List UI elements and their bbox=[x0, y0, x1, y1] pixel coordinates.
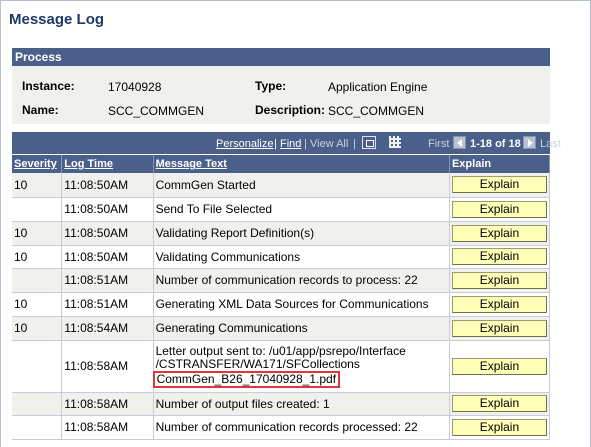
description-label: Description: bbox=[255, 103, 326, 117]
table-row: 10 11:08:50AM Validating Report Definiti… bbox=[12, 221, 551, 246]
instance-value: 17040928 bbox=[108, 80, 162, 94]
message-cell: Number of communication records to proce… bbox=[153, 268, 450, 293]
last-label: Last bbox=[540, 138, 561, 150]
name-value: SCC_COMMGEN bbox=[108, 104, 205, 118]
severity-cell: 10 bbox=[12, 245, 63, 269]
type-value: Application Engine bbox=[328, 80, 428, 94]
log-time-cell: 11:08:51AM bbox=[61, 292, 154, 317]
log-time-cell: 11:08:58AM bbox=[61, 415, 154, 440]
severity-cell bbox=[12, 197, 63, 222]
message-cell: Number of output files created: 1 bbox=[153, 392, 450, 416]
next-icon[interactable] bbox=[523, 136, 536, 149]
description-value: SCC_COMMGEN bbox=[328, 104, 425, 118]
message-line: Letter output sent to: /u01/app/psrepo/I… bbox=[155, 343, 406, 358]
log-time-cell: 11:08:50AM bbox=[61, 245, 154, 269]
log-time-cell: 11:08:50AM bbox=[61, 197, 154, 222]
explain-button[interactable]: Explain bbox=[451, 418, 547, 436]
explain-button[interactable]: Explain bbox=[451, 395, 547, 412]
column-header-explain: Explain bbox=[449, 155, 551, 173]
column-header-log-time[interactable]: Log Time bbox=[61, 155, 154, 173]
explain-button[interactable]: Explain bbox=[451, 295, 547, 313]
table-row: 10 11:08:50AM CommGen Started Explain bbox=[12, 173, 551, 198]
explain-button[interactable]: Explain bbox=[451, 248, 547, 265]
page-title: Message Log bbox=[9, 11, 105, 28]
table-row: 11:08:50AM Send To File Selected Explain bbox=[12, 197, 551, 222]
log-time-cell: 11:08:54AM bbox=[61, 316, 154, 341]
personalize-link[interactable]: Personalize bbox=[216, 138, 273, 150]
table-row: 10 11:08:50AM Validating Communications … bbox=[12, 245, 551, 269]
type-label: Type: bbox=[255, 79, 287, 93]
message-cell: Send To File Selected bbox=[153, 197, 450, 222]
severity-cell: 10 bbox=[12, 173, 63, 198]
grid-icon[interactable] bbox=[389, 136, 401, 148]
table-row: 11:08:58AM Number of output files create… bbox=[12, 392, 551, 416]
find-link[interactable]: Find bbox=[280, 138, 301, 150]
table-row: 11:08:51AM Number of communication recor… bbox=[12, 268, 551, 293]
explain-button[interactable]: Explain bbox=[451, 319, 547, 337]
log-time-cell: 11:08:58AM bbox=[61, 340, 154, 393]
explain-button[interactable]: Explain bbox=[451, 200, 547, 218]
view-all-link[interactable]: View All bbox=[310, 138, 348, 150]
table-row: 11:08:58AM Letter output sent to: /u01/a… bbox=[12, 340, 551, 393]
message-cell: Generating XML Data Sources for Communic… bbox=[153, 292, 450, 317]
nav-separator: | bbox=[353, 138, 356, 150]
message-line: /CSTRANSFER/WA171/SFCollections bbox=[155, 356, 360, 371]
log-time-cell: 11:08:50AM bbox=[61, 221, 154, 246]
prev-icon[interactable] bbox=[453, 136, 466, 149]
nav-separator: | bbox=[274, 138, 277, 150]
message-log-table: Severity Log Time Message Text Explain 1… bbox=[12, 155, 551, 440]
first-label: First bbox=[428, 138, 450, 150]
column-header-severity[interactable]: Severity bbox=[12, 155, 63, 173]
explain-button[interactable]: Explain bbox=[451, 357, 547, 375]
explain-button[interactable]: Explain bbox=[451, 224, 547, 242]
explain-button[interactable]: Explain bbox=[451, 271, 547, 289]
severity-cell: 10 bbox=[12, 316, 63, 341]
severity-cell: 10 bbox=[12, 292, 63, 317]
log-time-cell: 11:08:51AM bbox=[61, 268, 154, 293]
severity-cell bbox=[12, 340, 63, 393]
severity-cell bbox=[12, 268, 63, 293]
process-header: Process bbox=[12, 48, 550, 66]
log-time-cell: 11:08:58AM bbox=[61, 392, 154, 416]
severity-cell bbox=[12, 415, 63, 440]
message-cell: Number of communication records processe… bbox=[153, 415, 450, 440]
name-label: Name: bbox=[22, 103, 59, 117]
message-cell: Letter output sent to: /u01/app/psrepo/I… bbox=[152, 340, 450, 393]
table-row: 10 11:08:51AM Generating XML Data Source… bbox=[12, 292, 551, 317]
output-file-name: CommGen_B26_17040928_1.pdf bbox=[152, 370, 341, 388]
grid-navigation-bar: Personalize | Find | View All | First 1-… bbox=[12, 132, 561, 154]
column-header-message-text[interactable]: Message Text bbox=[153, 155, 450, 173]
message-cell: Validating Communications bbox=[153, 245, 450, 269]
row-range: 1-18 of 18 bbox=[470, 138, 521, 150]
explain-button[interactable]: Explain bbox=[451, 176, 547, 194]
instance-label: Instance: bbox=[22, 79, 75, 93]
severity-cell bbox=[12, 392, 63, 416]
severity-cell: 10 bbox=[12, 221, 63, 246]
table-row: 10 11:08:54AM Generating Communications … bbox=[12, 316, 551, 341]
download-icon[interactable] bbox=[362, 136, 376, 149]
nav-separator: | bbox=[304, 138, 307, 150]
message-cell: Validating Report Definition(s) bbox=[153, 221, 450, 246]
message-cell: CommGen Started bbox=[153, 173, 450, 198]
process-details: Instance: 17040928 Type: Application Eng… bbox=[12, 66, 550, 124]
message-cell: Generating Communications bbox=[153, 316, 450, 341]
log-time-cell: 11:08:50AM bbox=[61, 173, 154, 198]
table-row: 11:08:58AM Number of communication recor… bbox=[12, 415, 551, 440]
